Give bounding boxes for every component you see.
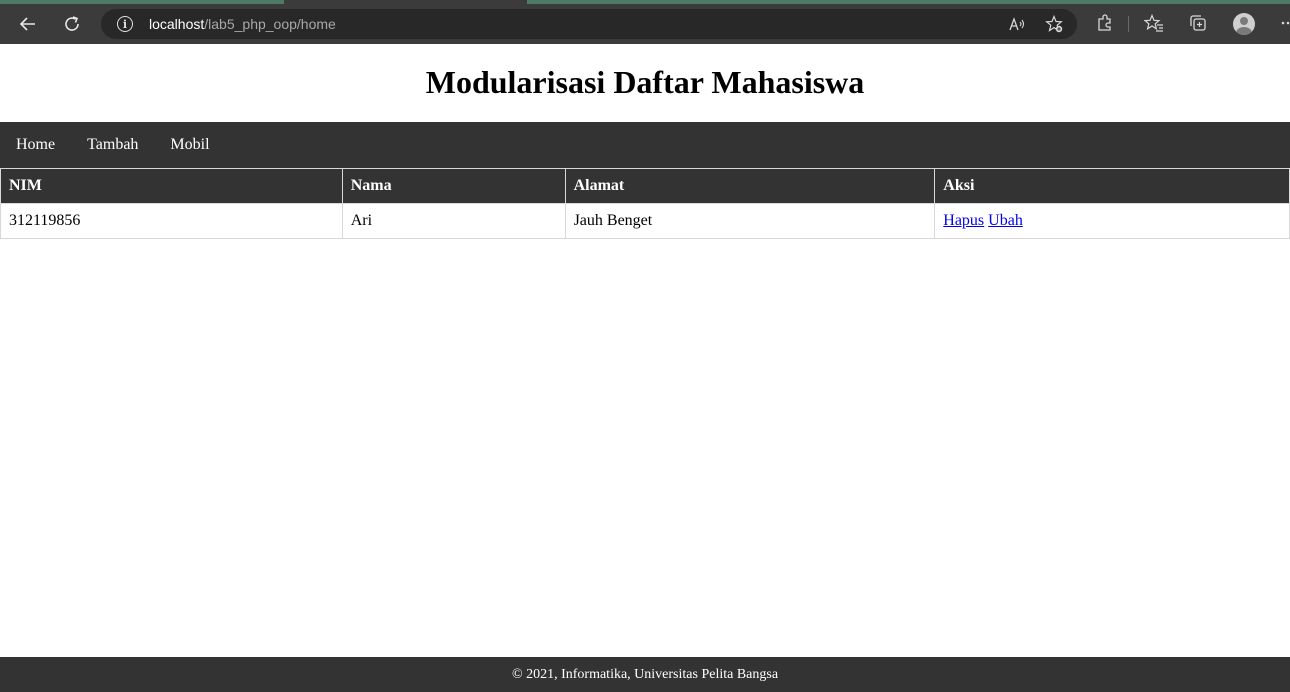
- collections-icon[interactable]: [1186, 11, 1210, 35]
- info-icon[interactable]: i: [117, 16, 133, 32]
- refresh-icon[interactable]: [58, 10, 86, 38]
- nav-mobil-link[interactable]: Mobil: [154, 136, 225, 154]
- mahasiswa-table: NIM Nama Alamat Aksi 312119856 Ari Jauh …: [0, 168, 1290, 239]
- cell-nim: 312119856: [0, 203, 343, 239]
- url-text[interactable]: localhost/lab5_php_oop/home: [149, 16, 336, 32]
- cell-aksi: Hapus Ubah: [934, 203, 1290, 239]
- cell-nama: Ari: [341, 203, 566, 239]
- profile-avatar-icon[interactable]: [1233, 13, 1255, 35]
- table-row: 312119856 Ari Jauh Benget Hapus Ubah: [0, 203, 1290, 239]
- column-header-alamat: Alamat: [564, 168, 936, 204]
- table-header-row: NIM Nama Alamat Aksi: [0, 168, 1290, 204]
- favorites-icon[interactable]: [1142, 11, 1166, 35]
- ubah-link[interactable]: Ubah: [988, 212, 1023, 229]
- url-host: localhost: [149, 16, 205, 32]
- column-header-nim: NIM: [0, 168, 343, 204]
- toolbar-divider: [1128, 16, 1129, 32]
- back-icon[interactable]: [14, 10, 42, 38]
- extensions-icon[interactable]: [1093, 11, 1117, 35]
- hapus-link[interactable]: Hapus: [943, 212, 984, 229]
- tab-strip-accent: [0, 0, 284, 4]
- column-header-nama: Nama: [341, 168, 566, 204]
- nav-home-link[interactable]: Home: [0, 136, 71, 154]
- main-nav: Home Tambah Mobil: [0, 122, 1290, 168]
- column-header-aksi: Aksi: [934, 168, 1290, 204]
- footer: © 2021, Informatika, Universitas Pelita …: [0, 657, 1290, 692]
- page-title: Modularisasi Daftar Mahasiswa: [425, 64, 865, 100]
- url-path: /lab5_php_oop/home: [204, 16, 336, 32]
- read-aloud-icon[interactable]: [1007, 13, 1029, 35]
- browser-toolbar: i localhost/lab5_php_oop/home: [0, 0, 1290, 44]
- cell-alamat: Jauh Benget: [564, 203, 936, 239]
- more-menu-icon[interactable]: [1276, 11, 1290, 35]
- address-bar[interactable]: i localhost/lab5_php_oop/home: [101, 9, 1077, 39]
- tab-strip-accent: [527, 0, 1290, 4]
- nav-tambah-link[interactable]: Tambah: [71, 136, 154, 154]
- add-favorite-icon[interactable]: [1043, 13, 1065, 35]
